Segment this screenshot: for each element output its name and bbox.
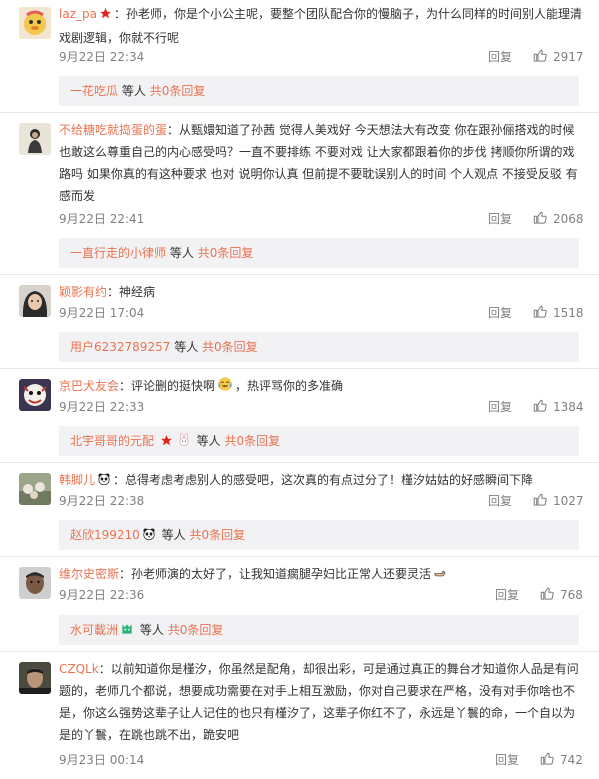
comment-body: 韩脚儿 ：总得考虑考虑别人的感受吧，这次真的有点过分了！槿汐姑姑的好感瞬间下降	[59, 469, 586, 493]
comment-meta: 9月22日 22:33 回复 1384	[59, 397, 584, 417]
crying-laughing-emoji-icon	[217, 376, 233, 399]
comment-author[interactable]: CZQLk	[59, 662, 99, 676]
avatar[interactable]	[19, 379, 51, 411]
reply-button[interactable]: 回复	[488, 303, 512, 323]
panda-icon	[97, 471, 111, 493]
like-count: 1384	[553, 400, 584, 414]
sub-reply-box: 水可載洲 等人 共0条回复	[59, 615, 579, 645]
comment-feed: laz_pa ：孙老师，你是个小公主呢，要整个团队配合你的慢脑子，为什么同样的时间…	[0, 0, 599, 779]
like-count: 2917	[553, 50, 584, 64]
sub-reply-count[interactable]: 共0条回复	[198, 246, 254, 260]
comment-text: 神经病	[119, 285, 156, 299]
divider	[0, 462, 599, 463]
red-star-icon	[99, 5, 112, 27]
sub-reply-user[interactable]: 用户6232789257	[70, 340, 170, 354]
sub-reply-box: 一直行走的小律师 等人 共0条回复	[59, 238, 579, 268]
avatar[interactable]	[19, 473, 51, 505]
sub-reply-count[interactable]: 共0条回复	[202, 340, 258, 354]
sub-reply-box: 北宇哥哥的元配 等人 共0条回复	[59, 426, 579, 456]
comment-body: laz_pa ：孙老师，你是个小公主呢，要整个团队配合你的慢脑子，为什么同样的时间…	[59, 5, 582, 45]
comment-time: 9月22日 22:36	[59, 588, 145, 602]
like-count: 2068	[553, 212, 584, 226]
like-count: 768	[560, 588, 583, 602]
thumbs-up-icon	[533, 49, 547, 62]
comment-meta: 9月22日 17:04 回复 1518	[59, 303, 584, 323]
sub-reply-count[interactable]: 共0条回复	[150, 84, 206, 98]
comment-body: 颖影有约：神经病	[59, 285, 156, 299]
comment-text: 以前知道你是槿汐，你虽然是配角，却很出彩，可是通过真正的舞台才知道你人品是有问题…	[59, 662, 579, 742]
avatar[interactable]	[19, 567, 51, 599]
reply-button[interactable]: 回复	[488, 47, 512, 67]
divider	[0, 651, 599, 652]
comment-author[interactable]: 不给糖吃就捣蛋的蛋	[59, 123, 167, 137]
comment-text: 总得考虑考虑别人的感受吧，这次真的有点过分了！槿汐姑姑的好感瞬间下降	[125, 473, 534, 487]
comment-text: 评论删的挺快啊	[131, 379, 216, 393]
sub-reply-box: 一花吃瓜 等人 共0条回复	[59, 76, 579, 106]
divider	[0, 368, 599, 369]
comment-meta: 9月22日 22:36 回复 768	[59, 585, 583, 605]
like-count: 1518	[553, 306, 584, 320]
comment-meta: 9月22日 22:41 回复 2068	[59, 209, 584, 229]
panda-icon	[142, 522, 156, 552]
comment-text: 孙老师，你是个小公主呢，要整个团队配合你的慢脑子，为什么同样的时间别人能理清戏剧…	[59, 7, 582, 45]
rabbit-icon	[177, 428, 191, 458]
comment-author[interactable]: 韩脚儿	[59, 473, 95, 487]
comment-author[interactable]: 维尔史密斯	[59, 567, 119, 581]
sub-reply-box: 用户6232789257 等人 共0条回复	[59, 332, 579, 362]
comment-body: CZQLk：以前知道你是槿汐，你虽然是配角，却很出彩，可是通过真正的舞台才知道你…	[59, 662, 579, 742]
sub-reply-user[interactable]: 一直行走的小律师	[70, 246, 166, 260]
red-star-icon	[160, 428, 173, 458]
comment-text: 孙老师演的太好了，让我知道瘸腿孕妇比正常人还要灵活	[131, 567, 432, 581]
comment-time: 9月22日 22:41	[59, 212, 145, 226]
comment-time: 9月23日 00:14	[59, 753, 145, 767]
thumbs-up-icon	[533, 493, 547, 506]
divider	[0, 274, 599, 275]
green-monster-icon	[120, 617, 134, 647]
comment-meta: 9月22日 22:34 回复 2917	[59, 47, 584, 67]
comment-meta: 9月22日 22:38 回复 1027	[59, 491, 584, 511]
avatar[interactable]	[19, 662, 51, 694]
thumbs-up-icon	[533, 399, 547, 412]
sub-reply-count[interactable]: 共0条回复	[168, 623, 224, 637]
thumbs-up-icon	[533, 305, 547, 318]
comment-body: 不给糖吃就捣蛋的蛋：从甄嬛知道了孙茜 觉得人美戏好 今天想法大有改变 你在跟孙俪…	[59, 123, 578, 203]
like-count: 742	[560, 753, 583, 767]
sub-reply-user[interactable]: 北宇哥哥的元配	[70, 434, 154, 448]
reply-button[interactable]: 回复	[495, 750, 519, 770]
comment-author[interactable]: 京巴犬友会	[59, 379, 119, 393]
sub-reply-user[interactable]: 水可載洲	[70, 623, 118, 637]
comment-author[interactable]: 颖影有约	[59, 285, 107, 299]
avatar[interactable]	[19, 123, 51, 155]
avatar[interactable]	[19, 285, 51, 317]
comment-time: 9月22日 17:04	[59, 306, 145, 320]
reply-button[interactable]: 回复	[488, 491, 512, 511]
sub-reply-user[interactable]: 一花吃瓜	[70, 84, 118, 98]
like-count: 1027	[553, 494, 584, 508]
avatar[interactable]	[19, 7, 51, 39]
sub-reply-count[interactable]: 共0条回复	[225, 434, 281, 448]
comment-body: 维尔史密斯：孙老师演的太好了，让我知道瘸腿孕妇比正常人还要灵活	[59, 563, 586, 587]
divider	[0, 112, 599, 113]
comment-meta: 9月23日 00:14 回复 742	[59, 750, 583, 770]
sub-reply-user[interactable]: 赵欣199210	[70, 528, 140, 542]
reply-button[interactable]: 回复	[488, 397, 512, 417]
divider	[0, 556, 599, 557]
comment-body: 京巴犬友会：评论删的挺快啊 ，热评骂你的多准确	[59, 375, 586, 399]
comment-time: 9月22日 22:38	[59, 494, 145, 508]
sub-reply-box: 赵欣199210 等人 共0条回复	[59, 520, 579, 550]
pointing-hand-icon	[433, 565, 447, 587]
thumbs-up-icon	[540, 587, 554, 600]
comment-time: 9月22日 22:33	[59, 400, 145, 414]
comment-author[interactable]: laz_pa	[59, 7, 97, 21]
thumbs-up-icon	[540, 752, 554, 765]
thumbs-up-icon	[533, 211, 547, 224]
sub-reply-count[interactable]: 共0条回复	[189, 528, 245, 542]
reply-button[interactable]: 回复	[488, 209, 512, 229]
reply-button[interactable]: 回复	[495, 585, 519, 605]
comment-time: 9月22日 22:34	[59, 50, 145, 64]
